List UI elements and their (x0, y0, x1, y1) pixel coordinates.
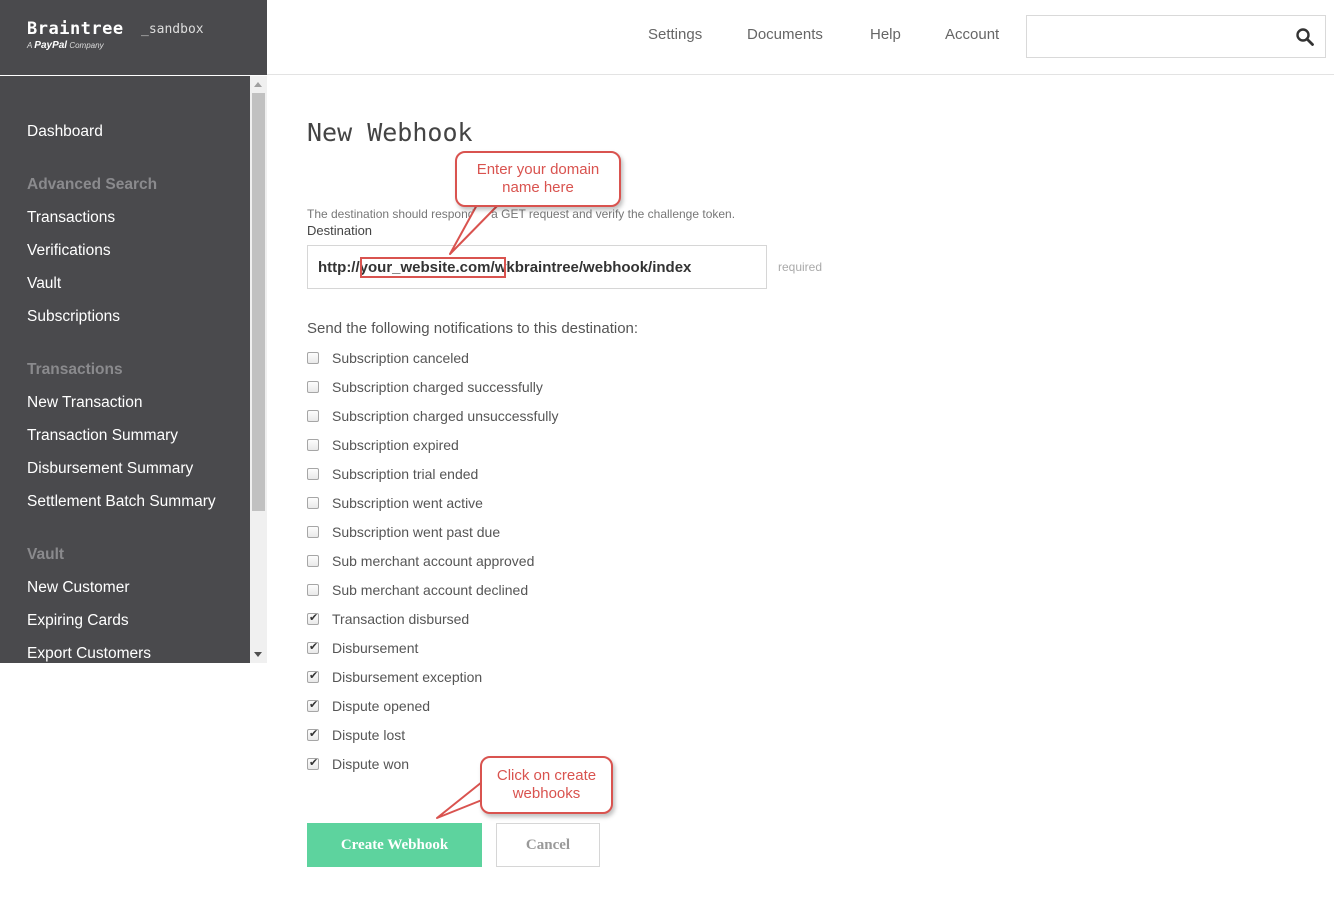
sidebar-heading-vault: Vault (27, 546, 65, 563)
notification-label[interactable]: Subscription went past due (332, 524, 500, 540)
notification-checkbox[interactable] (307, 381, 319, 393)
nav-settings[interactable]: Settings (648, 26, 702, 43)
sidebar-item-new-transaction[interactable]: New Transaction (27, 394, 142, 412)
notification-option[interactable]: Subscription canceled (307, 348, 469, 368)
notification-label[interactable]: Sub merchant account approved (332, 553, 534, 569)
checkmark-icon: ✔ (309, 640, 319, 653)
notification-option[interactable]: Subscription went active (307, 493, 483, 513)
notification-checkbox[interactable]: ✔ (307, 640, 319, 654)
sidebar-item-expiring-cards[interactable]: Expiring Cards (27, 612, 129, 630)
notification-checkbox[interactable] (307, 555, 319, 567)
notification-option[interactable]: ✔ Dispute opened (307, 696, 430, 716)
notification-label[interactable]: Subscription went active (332, 495, 483, 511)
notification-label[interactable]: Sub merchant account declined (332, 582, 528, 598)
notification-checkbox[interactable] (307, 468, 319, 480)
checkmark-icon: ✔ (309, 756, 319, 769)
scroll-down-icon[interactable] (254, 652, 262, 657)
notification-checkbox[interactable]: ✔ (307, 698, 319, 712)
sidebar-scrollbar[interactable] (250, 76, 267, 663)
notification-label[interactable]: Disbursement (332, 640, 418, 656)
notification-checkbox[interactable] (307, 526, 319, 538)
scrollbar-thumb[interactable] (252, 93, 265, 511)
notification-checkbox[interactable]: ✔ (307, 611, 319, 625)
notification-option[interactable]: Sub merchant account approved (307, 551, 534, 571)
notification-option[interactable]: Subscription charged successfully (307, 377, 543, 397)
notification-checkbox[interactable] (307, 439, 319, 451)
notification-label[interactable]: Subscription charged unsuccessfully (332, 408, 558, 424)
page-title: New Webhook (307, 118, 473, 147)
checkmark-icon: ✔ (309, 669, 319, 682)
sidebar-item-vault-search[interactable]: Vault (27, 275, 61, 293)
create-webhook-button[interactable]: Create Webhook (307, 823, 482, 867)
destination-label: Destination (307, 223, 373, 238)
notification-label[interactable]: Disbursement exception (332, 669, 482, 685)
notification-checkbox[interactable]: ✔ (307, 669, 319, 683)
scroll-up-icon[interactable] (254, 82, 262, 87)
sidebar-item-dashboard[interactable]: Dashboard (27, 123, 103, 141)
notification-checkbox[interactable]: ✔ (307, 756, 319, 770)
sidebar-item-verifications[interactable]: Verifications (27, 242, 111, 260)
destination-help-text: The destination should respond to a GET … (307, 207, 736, 221)
notification-label[interactable]: Subscription expired (332, 437, 459, 453)
notification-checkbox[interactable] (307, 410, 319, 422)
annotation-callout-domain: Enter your domain name here (455, 151, 621, 207)
sidebar-heading-transactions: Transactions (27, 361, 123, 378)
nav-documents[interactable]: Documents (747, 26, 823, 43)
top-navigation: Settings Documents Help Account (267, 0, 1334, 75)
annotation-callout-create: Click on create webhooks (480, 756, 613, 814)
notification-label[interactable]: Transaction disbursed (332, 611, 469, 627)
required-label: required (778, 260, 823, 274)
sidebar-heading-advanced-search: Advanced Search (27, 176, 158, 193)
nav-account[interactable]: Account (945, 26, 999, 43)
notification-option[interactable]: ✔ Dispute lost (307, 725, 405, 745)
notification-checkbox[interactable] (307, 497, 319, 509)
callout-2-pointer (436, 781, 483, 819)
search-input[interactable] (1026, 15, 1326, 58)
sidebar-item-transaction-summary[interactable]: Transaction Summary (27, 427, 178, 445)
notification-option[interactable]: Subscription went past due (307, 522, 500, 542)
cancel-button[interactable]: Cancel (496, 823, 600, 867)
sidebar-item-settlement-batch-summary[interactable]: Settlement Batch Summary (27, 493, 216, 511)
brand-logo[interactable]: Braintree _sandbox A PayPal Company (0, 0, 267, 75)
notification-label[interactable]: Subscription charged successfully (332, 379, 543, 395)
notification-checkbox[interactable] (307, 584, 319, 596)
notification-option[interactable]: ✔ Dispute won (307, 754, 409, 774)
notification-checkbox[interactable] (307, 352, 319, 364)
notification-checkbox[interactable]: ✔ (307, 727, 319, 741)
brand-name: Braintree (27, 19, 124, 39)
sidebar-item-export-customers[interactable]: Export Customers (27, 645, 151, 663)
notification-label[interactable]: Dispute won (332, 756, 409, 772)
checkmark-icon: ✔ (309, 727, 319, 740)
notification-label[interactable]: Subscription canceled (332, 350, 469, 366)
notification-option[interactable]: Sub merchant account declined (307, 580, 528, 600)
notification-option[interactable]: Subscription trial ended (307, 464, 478, 484)
notification-option[interactable]: Subscription expired (307, 435, 459, 455)
notifications-heading: Send the following notifications to this… (307, 320, 639, 337)
sidebar-item-subscriptions[interactable]: Subscriptions (27, 308, 120, 326)
notification-label[interactable]: Dispute opened (332, 698, 430, 714)
notification-option[interactable]: ✔ Disbursement exception (307, 667, 482, 687)
sidebar: Dashboard Advanced Search Transactions V… (0, 76, 267, 663)
brand-tagline: A PayPal Company (27, 40, 104, 51)
notification-option[interactable]: ✔ Disbursement (307, 638, 418, 658)
search-icon[interactable] (1295, 27, 1315, 47)
brand-suffix: _sandbox (141, 22, 204, 37)
sidebar-item-disbursement-summary[interactable]: Disbursement Summary (27, 460, 193, 478)
sidebar-item-transactions-search[interactable]: Transactions (27, 209, 115, 227)
nav-help[interactable]: Help (870, 26, 901, 43)
checkmark-icon: ✔ (309, 698, 319, 711)
notification-label[interactable]: Subscription trial ended (332, 466, 478, 482)
domain-highlight-box (360, 257, 506, 278)
notification-option[interactable]: Subscription charged unsuccessfully (307, 406, 558, 426)
checkmark-icon: ✔ (309, 611, 319, 624)
notification-option[interactable]: ✔ Transaction disbursed (307, 609, 469, 629)
notification-label[interactable]: Dispute lost (332, 727, 405, 743)
sidebar-item-new-customer[interactable]: New Customer (27, 579, 130, 597)
